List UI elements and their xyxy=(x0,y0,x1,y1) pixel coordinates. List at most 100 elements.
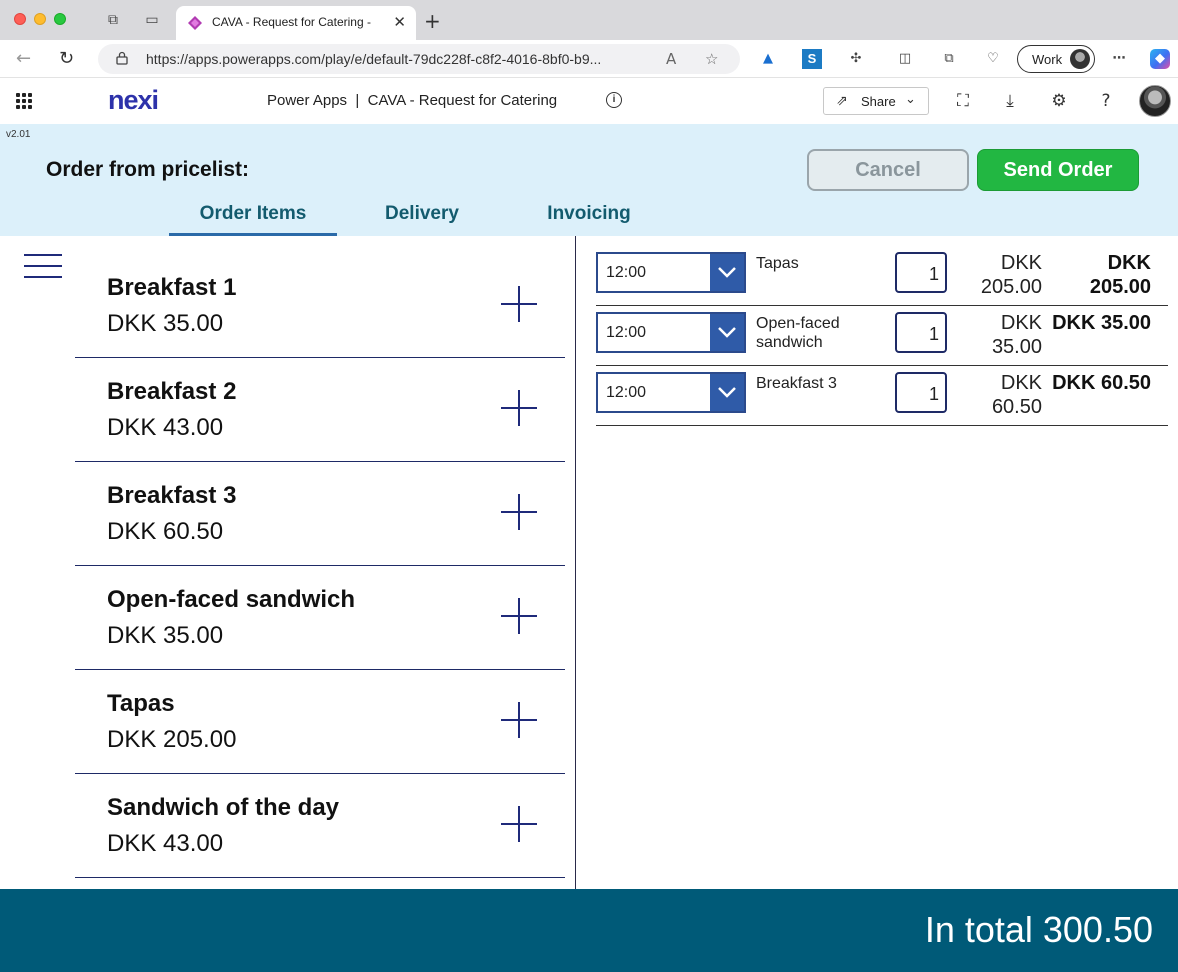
collections-icon[interactable]: ⧉ xyxy=(939,49,959,69)
share-label: Share xyxy=(861,94,896,109)
unit-price: DKK 205.00 xyxy=(980,252,1042,298)
profile-avatar xyxy=(1070,49,1090,69)
item-price: DKK 43.00 xyxy=(107,830,224,857)
item-price: DKK 43.00 xyxy=(107,414,224,441)
line-item-name: Tapas xyxy=(756,255,799,272)
reload-icon[interactable]: ↻ xyxy=(59,48,74,69)
item-name: Tapas xyxy=(107,690,175,717)
browser-tab-bar: ⧉ ▭ CAVA - Request for Catering - ✕ + xyxy=(0,0,1178,40)
tab-invoicing[interactable]: Invoicing xyxy=(524,202,654,236)
item-price: DKK 60.50 xyxy=(107,518,224,545)
item-price: DKK 35.00 xyxy=(107,310,224,337)
unit-price: DKK 35.00 xyxy=(991,312,1042,358)
table-row: 12:00 Breakfast 3 1 DKK 60.50 DKK 60.50 xyxy=(596,366,1168,426)
user-avatar[interactable] xyxy=(1139,85,1171,117)
share-button[interactable]: ⇗ Share ⌄ xyxy=(823,87,929,115)
list-item: Tapas DKK 205.00 xyxy=(75,670,565,774)
extensions-icon[interactable]: ✣ xyxy=(846,49,866,69)
time-value: 12:00 xyxy=(606,324,647,341)
more-menu-icon[interactable]: ⋯ xyxy=(1109,49,1129,69)
window-close-button[interactable] xyxy=(14,13,26,25)
tab-actions-icon[interactable]: ▭ xyxy=(143,11,161,29)
version-label: v2.01 xyxy=(6,129,31,140)
line-total: DKK 60.50 xyxy=(1052,372,1151,394)
settings-gear-icon[interactable]: ⚙ xyxy=(1048,90,1070,112)
quantity-value: 1 xyxy=(928,264,939,284)
chevron-down-icon[interactable] xyxy=(710,374,744,411)
unit-price: DKK 60.50 xyxy=(991,372,1042,418)
tab-order-items[interactable]: Order Items xyxy=(169,202,337,236)
add-item-icon[interactable] xyxy=(501,598,537,634)
browser-tab-title: CAVA - Request for Catering - xyxy=(212,15,371,29)
list-item: Open-faced sandwich DKK 35.00 xyxy=(75,566,565,670)
read-aloud-icon[interactable]: A xyxy=(666,50,676,68)
send-order-button[interactable]: Send Order xyxy=(977,149,1139,191)
azure-extension-icon[interactable]: ▲ xyxy=(758,49,778,69)
workspaces-icon[interactable]: ⧉ xyxy=(104,11,122,29)
delivery-time-dropdown[interactable]: 12:00 xyxy=(596,312,746,353)
item-name: Sandwich of the day xyxy=(107,794,340,821)
page-title: Order from pricelist: xyxy=(46,158,250,181)
quantity-field[interactable]: 1 xyxy=(895,252,947,293)
browser-essentials-icon[interactable]: ♡ xyxy=(983,49,1003,69)
item-name: Open-faced sandwich xyxy=(107,586,356,613)
new-tab-icon[interactable]: + xyxy=(424,9,441,33)
total-footer: In total 300.50 xyxy=(0,889,1178,972)
chevron-down-icon[interactable] xyxy=(710,314,744,351)
line-item-name: Breakfast 3 xyxy=(756,375,837,392)
profile-label: Work xyxy=(1032,52,1063,67)
help-icon[interactable]: ? xyxy=(1095,90,1117,112)
quantity-value: 1 xyxy=(928,384,939,404)
pricelist-pane: Breakfast 1 DKK 35.00 Breakfast 2 DKK 43… xyxy=(0,236,576,889)
quantity-field[interactable]: 1 xyxy=(895,372,947,413)
close-tab-icon[interactable]: ✕ xyxy=(393,13,406,31)
item-price: DKK 205.00 xyxy=(107,726,237,753)
back-icon[interactable]: ← xyxy=(16,48,31,69)
order-header-band: v2.01 Order from pricelist: Cancel Send … xyxy=(0,124,1178,236)
app-launcher-icon[interactable] xyxy=(16,93,32,109)
info-icon[interactable]: i xyxy=(606,92,622,108)
add-item-icon[interactable] xyxy=(501,390,537,426)
add-item-icon[interactable] xyxy=(501,494,537,530)
copilot-icon[interactable]: ◆ xyxy=(1150,49,1170,69)
url-field[interactable]: https://apps.powerapps.com/play/e/defaul… xyxy=(98,44,740,74)
share-icon: ⇗ xyxy=(836,93,848,109)
line-total: DKK 35.00 xyxy=(1052,312,1151,334)
download-icon[interactable]: ⤓ xyxy=(999,90,1021,112)
list-item: Breakfast 1 DKK 35.00 xyxy=(75,254,565,358)
split-screen-icon[interactable]: ◫ xyxy=(895,49,915,69)
quantity-value: 1 xyxy=(928,324,939,344)
window-maximize-button[interactable] xyxy=(54,13,66,25)
line-total: DKK 205.00 xyxy=(1089,252,1151,298)
list-item: Breakfast 3 DKK 60.50 xyxy=(75,462,565,566)
line-item-name: Open-faced sandwich xyxy=(756,315,840,351)
cancel-button[interactable]: Cancel xyxy=(807,149,969,191)
item-name: Breakfast 1 xyxy=(107,274,237,301)
table-row: 12:00 Tapas 1 DKK 205.00 DKK 205.00 xyxy=(596,246,1168,306)
profile-button[interactable]: Work xyxy=(1017,45,1095,73)
add-item-icon[interactable] xyxy=(501,286,537,322)
item-name: Breakfast 3 xyxy=(107,482,237,509)
chevron-down-icon[interactable] xyxy=(710,254,744,291)
hamburger-menu-icon[interactable] xyxy=(24,254,62,278)
window-minimize-button[interactable] xyxy=(34,13,46,25)
powerapps-favicon-icon xyxy=(188,16,202,30)
url-text: https://apps.powerapps.com/play/e/defaul… xyxy=(146,51,602,67)
order-total: In total 300.50 xyxy=(924,909,1153,950)
delivery-time-dropdown[interactable]: 12:00 xyxy=(596,372,746,413)
quantity-field[interactable]: 1 xyxy=(895,312,947,353)
favorite-star-icon[interactable]: ☆ xyxy=(705,50,718,68)
fit-to-screen-icon[interactable]: ⛶ xyxy=(952,90,974,112)
tab-delivery[interactable]: Delivery xyxy=(352,202,492,236)
browser-tab-active[interactable]: CAVA - Request for Catering - ✕ xyxy=(176,6,416,40)
sharepoint-extension-icon[interactable]: S xyxy=(802,49,822,69)
add-item-icon[interactable] xyxy=(501,702,537,738)
item-name: Breakfast 2 xyxy=(107,378,237,405)
delivery-time-dropdown[interactable]: 12:00 xyxy=(596,252,746,293)
add-item-icon[interactable] xyxy=(501,806,537,842)
browser-address-bar: ← ↻ https://apps.powerapps.com/play/e/de… xyxy=(0,40,1178,78)
item-price: DKK 35.00 xyxy=(107,622,224,649)
app-canvas: v2.01 Order from pricelist: Cancel Send … xyxy=(0,124,1178,972)
list-item: Sandwich of the day DKK 43.00 xyxy=(75,774,565,878)
time-value: 12:00 xyxy=(606,264,647,281)
